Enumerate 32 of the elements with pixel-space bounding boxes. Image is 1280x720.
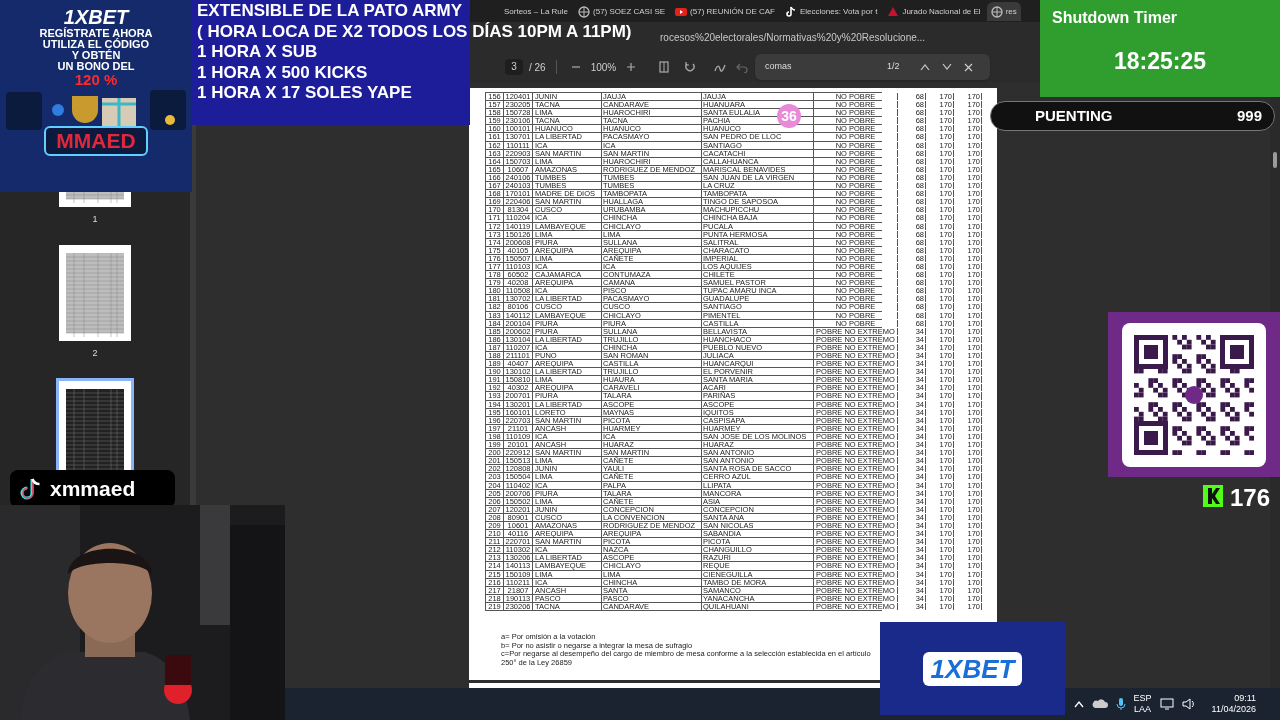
browser-tab[interactable]: res bbox=[986, 2, 1021, 21]
clock-time[interactable]: 09:11 bbox=[1234, 693, 1256, 704]
page-number-field[interactable]: 3 bbox=[505, 59, 523, 75]
follower-count: 176 bbox=[1230, 483, 1271, 513]
zoom-level[interactable]: 100% bbox=[586, 59, 621, 75]
ad-text: REGÍSTRATE AHORA bbox=[39, 28, 153, 39]
page-count: / 26 bbox=[529, 60, 546, 75]
announcement-line: 1 HORA X SUB bbox=[197, 42, 318, 63]
goal-label: PUENTING bbox=[1035, 105, 1113, 126]
language-label[interactable]: ESP bbox=[1133, 693, 1152, 704]
find-query[interactable]: comas bbox=[765, 60, 875, 74]
match-count: 1/2 bbox=[887, 60, 900, 74]
keyboard-layout-label[interactable]: LAA bbox=[1134, 704, 1152, 715]
ad-text: Y OBTÉN bbox=[71, 50, 121, 61]
address-text: rocesos%20electorales/Normativas%20y%20Resolucione... bbox=[660, 30, 926, 45]
page-label: 2 bbox=[92, 346, 98, 360]
bonus-text: 120 % bbox=[74, 72, 118, 88]
brand-logo: 1XBET bbox=[63, 6, 129, 28]
promo-code: MMAED bbox=[44, 126, 148, 156]
page-label: 1 bbox=[92, 213, 98, 226]
announcement-line: 1 HORA X 500 KICKS bbox=[197, 62, 368, 83]
timer-value: 18:25:25 bbox=[1113, 47, 1207, 76]
announcement-line: 1 HORA X 17 SOLES YAPE bbox=[197, 83, 412, 104]
ad-text: UTILIZA EL CÓDIGO bbox=[42, 39, 150, 50]
announcement-line: ( HORA LOCA DE X2 TODOS LOS DÍAS 10PM A 11PM) bbox=[197, 21, 632, 42]
clock-date[interactable]: 11/04/2026 bbox=[1211, 704, 1256, 715]
ad-text: UN BONO DEL bbox=[57, 61, 135, 72]
goal-count: 999 bbox=[1236, 105, 1262, 126]
timer-title: Shutdown Timer bbox=[1051, 8, 1178, 28]
brand-logo: 1XBET bbox=[922, 651, 1023, 686]
announcement-line: EXTENSIBLE DE LA PATO ARMY bbox=[197, 1, 463, 22]
username: xmmaed bbox=[50, 476, 136, 503]
